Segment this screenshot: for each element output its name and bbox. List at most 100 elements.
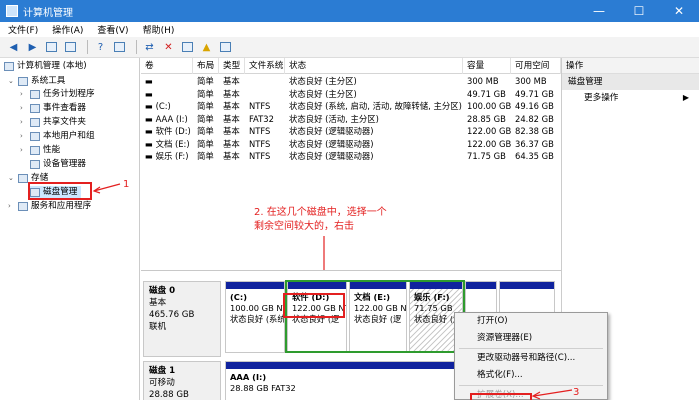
- chevron-right-icon[interactable]: ›: [20, 88, 28, 101]
- table-row[interactable]: ▬ 娱乐 (F:) 简单 基本 NTFS 状态良好 (逻辑驱动器) 71.75 GB 64.…: [141, 150, 561, 163]
- table-cell: 64.35 GB: [515, 151, 554, 161]
- refresh-icon[interactable]: ▲: [199, 40, 214, 55]
- users-icon: [30, 132, 40, 141]
- col-capacity[interactable]: 容量: [463, 58, 511, 74]
- tree-performance[interactable]: › 性能: [20, 144, 60, 157]
- table-cell: 基本: [223, 138, 240, 149]
- tree-event-viewer-label: 事件查看器: [43, 103, 86, 113]
- toolbar-separator: [87, 40, 88, 54]
- services-icon: [18, 202, 28, 211]
- menu-format[interactable]: 格式化(F)...: [455, 367, 607, 384]
- table-cell: 49.71 GB: [467, 88, 506, 99]
- actions-disk-management[interactable]: 磁盘管理: [562, 74, 699, 90]
- table-cell: ▬ AAA (I:): [145, 113, 188, 124]
- performance-icon: [30, 146, 40, 155]
- menu-open[interactable]: 打开(O): [455, 313, 607, 330]
- table-cell: 状态良好 (逻辑驱动器): [289, 138, 374, 149]
- highlight-disk-management: [28, 182, 92, 200]
- disk-1-size: 28.88 GB: [149, 390, 189, 400]
- tree-system-tools-label: 系统工具: [31, 76, 66, 86]
- table-cell: ▬ 软件 (D:): [145, 126, 191, 136]
- table-cell: ▬ (C:): [145, 101, 171, 111]
- table-row[interactable]: ▬ 软件 (D:) 简单 基本 NTFS 状态良好 (逻辑驱动器) 122.00 GB 82…: [141, 125, 561, 138]
- table-cell: 100.00 GB: [467, 101, 511, 111]
- menu-change-drive-letter[interactable]: 更改驱动器号和路径(C)...: [455, 350, 607, 367]
- table-row[interactable]: ▬ AAA (I:) 简单 基本 FAT32 状态良好 (活动, 主分区) 28.85 G…: [141, 113, 561, 126]
- chevron-down-icon[interactable]: ⌄: [8, 172, 16, 185]
- table-cell: 基本: [223, 88, 240, 99]
- annotation-2-line2: 剩余空间较大的，右击: [254, 221, 354, 232]
- table-cell: 122.00 GB: [467, 138, 511, 149]
- table-cell: 基本: [223, 151, 240, 161]
- table-cell: 基本: [223, 101, 240, 111]
- minimize-button[interactable]: —: [579, 0, 619, 22]
- table-cell: 状态良好 (活动, 主分区): [289, 113, 379, 124]
- annotation-arrow-3: [531, 389, 573, 400]
- title-bar: 计算机管理 — ☐ ✕: [0, 0, 699, 22]
- table-cell: 简单: [197, 101, 214, 111]
- help-icon[interactable]: ?: [93, 40, 108, 55]
- tree-task-scheduler[interactable]: › 任务计划程序: [20, 88, 95, 101]
- chevron-right-icon[interactable]: ›: [20, 130, 28, 143]
- close-button[interactable]: ✕: [659, 0, 699, 22]
- table-cell: ▬ 文档 (E:): [145, 138, 190, 149]
- actions-more-label: 更多操作: [584, 93, 619, 103]
- navigation-tree: 计算机管理 (本地) ⌄ 系统工具 › 任务计划程序 › 事件查看器 › 共享文…: [0, 58, 140, 400]
- tree-services-apps-label: 服务和应用程序: [31, 201, 92, 211]
- col-status[interactable]: 状态: [285, 58, 463, 74]
- tree-services-apps[interactable]: › 服务和应用程序: [8, 200, 91, 213]
- partition-c-name: (C:): [230, 292, 247, 302]
- disk-1-label[interactable]: 磁盘 1 可移动 28.88 GB: [143, 361, 221, 400]
- back-arrow-icon[interactable]: ◀: [6, 40, 21, 55]
- highlight-menu-item-3: [470, 393, 532, 400]
- chevron-right-icon[interactable]: ›: [20, 144, 28, 157]
- chevron-right-icon[interactable]: ›: [20, 116, 28, 129]
- menu-explorer[interactable]: 资源管理器(E): [455, 330, 607, 347]
- tree-local-users-label: 本地用户和组: [43, 131, 95, 141]
- forward-arrow-icon[interactable]: ▶: [25, 40, 40, 55]
- col-volume[interactable]: 卷: [141, 58, 193, 74]
- table-cell: 基本: [223, 76, 240, 86]
- col-filesystem[interactable]: 文件系统: [245, 58, 285, 74]
- menu-action[interactable]: 操作(A): [52, 23, 83, 36]
- table-row[interactable]: ▬ 文档 (E:) 简单 基本 NTFS 状态良好 (逻辑驱动器) 122.00 GB 36…: [141, 138, 561, 151]
- console-icon[interactable]: [112, 40, 127, 55]
- tree-event-viewer[interactable]: › 事件查看器: [20, 102, 86, 115]
- table-row[interactable]: ▬ 简单 基本 状态良好 (主分区) 49.71 GB 49.71 GB: [141, 88, 561, 101]
- tree-task-scheduler-label: 任务计划程序: [43, 89, 95, 99]
- export-icon[interactable]: [218, 40, 233, 55]
- show-tree-icon[interactable]: [63, 40, 78, 55]
- connect-icon[interactable]: ⇄: [142, 40, 157, 55]
- tree-shared-folders[interactable]: › 共享文件夹: [20, 116, 86, 129]
- col-layout[interactable]: 布局: [193, 58, 219, 74]
- partition-c[interactable]: (C:) 100.00 GB NTFS 状态良好 (系统: [225, 281, 285, 353]
- table-cell: 36.37 GB: [515, 138, 554, 149]
- chevron-right-icon[interactable]: ›: [20, 102, 28, 115]
- properties-icon[interactable]: [180, 40, 195, 55]
- chevron-right-icon[interactable]: ›: [8, 200, 16, 213]
- tree-root[interactable]: 计算机管理 (本地): [4, 60, 87, 73]
- partition-c-size: 100.00 GB NTFS: [230, 303, 284, 313]
- table-cell: 基本: [223, 113, 240, 124]
- tree-system-tools[interactable]: ⌄ 系统工具: [8, 75, 65, 88]
- table-row[interactable]: ▬ (C:) 简单 基本 NTFS 状态良好 (系统, 启动, 活动, 故障转储, 主分…: [141, 100, 561, 113]
- up-folder-icon[interactable]: [44, 40, 59, 55]
- chevron-down-icon[interactable]: ⌄: [8, 75, 16, 88]
- delete-icon[interactable]: ✕: [161, 40, 176, 55]
- tools-icon: [18, 77, 28, 86]
- table-cell: 简单: [197, 88, 214, 99]
- actions-more[interactable]: 更多操作 ▶: [562, 90, 699, 106]
- menu-view[interactable]: 查看(V): [97, 23, 128, 36]
- menu-file[interactable]: 文件(F): [8, 23, 38, 36]
- maximize-button[interactable]: ☐: [619, 0, 659, 22]
- disk-0-label[interactable]: 磁盘 0 基本 465.76 GB 联机: [143, 281, 221, 357]
- tree-local-users[interactable]: › 本地用户和组: [20, 130, 95, 143]
- col-type[interactable]: 类型: [219, 58, 245, 74]
- table-cell: 基本: [223, 126, 240, 136]
- menu-help[interactable]: 帮助(H): [143, 23, 175, 36]
- toolbar-separator: [136, 40, 137, 54]
- table-row[interactable]: ▬ 简单 基本 状态良好 (主分区) 300 MB 300 MB: [141, 75, 561, 88]
- tree-device-manager[interactable]: 设备管理器: [30, 158, 86, 171]
- col-free-space[interactable]: 可用空间: [511, 58, 561, 74]
- table-cell: NTFS: [249, 126, 271, 136]
